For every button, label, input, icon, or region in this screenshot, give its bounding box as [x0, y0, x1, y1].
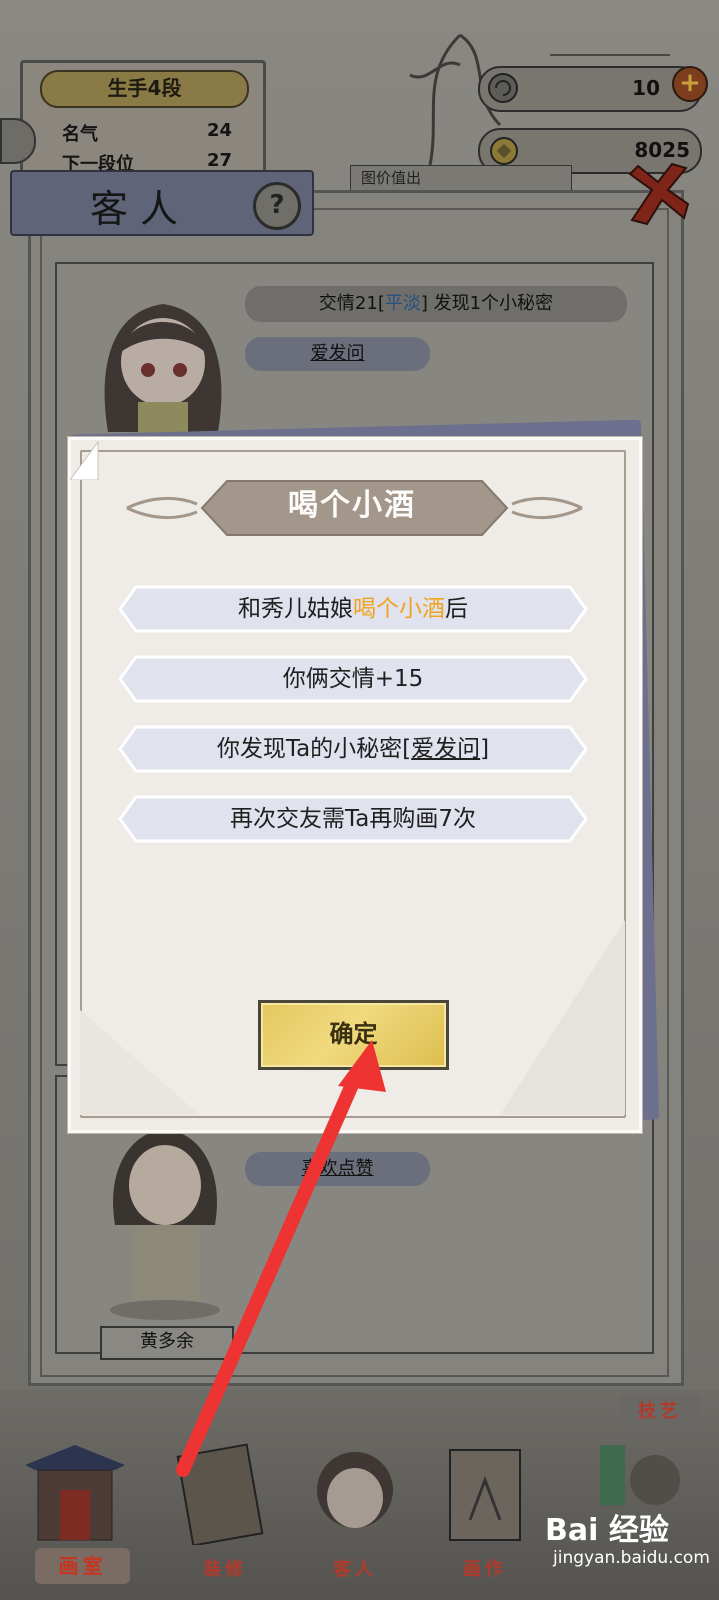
info-row-2: 你俩交情+15 — [118, 655, 588, 703]
nav-item-paintings[interactable]: 画作 — [440, 1555, 530, 1581]
guest-tag-pill-2[interactable]: 喜欢点赞 — [245, 1152, 430, 1186]
fame-value: 24 — [206, 120, 232, 141]
fame-label: 名气 — [62, 124, 98, 145]
info-row-3: 你发现Ta的小秘密[爱发问] — [118, 725, 588, 773]
help-icon[interactable]: ? — [253, 182, 301, 230]
nav-item-studio[interactable]: 画室 — [35, 1548, 130, 1584]
row1-suffix: 后 — [445, 596, 468, 622]
relation-suffix: ] 发现1个小秘密 — [420, 293, 554, 314]
row1-prefix: 和秀儿姑娘 — [238, 596, 353, 622]
relation-prefix: 交情21[ — [318, 293, 385, 314]
row3-suffix: ] — [480, 736, 490, 762]
row3-secret-link[interactable]: 爱发问 — [411, 736, 480, 762]
rank-title: 生手4段 — [40, 70, 249, 108]
baidu-watermark: Bai 经验 — [545, 1513, 669, 1548]
relation-status: 平淡 — [384, 293, 421, 314]
info-row-4: 再次交友需Ta再购画7次 — [118, 795, 588, 843]
guest-name-plate: 黄多余 — [100, 1326, 234, 1360]
nav-item-guests[interactable]: 客人 — [305, 1555, 405, 1581]
token-value: 10 — [632, 76, 660, 100]
spiral-token-icon — [488, 73, 518, 103]
decor-book-icon — [176, 1443, 264, 1545]
painting-scroll-icon — [449, 1449, 521, 1541]
guest-avatar-man — [110, 1130, 220, 1320]
baidu-watermark-url: jingyan.baidu.com — [553, 1548, 710, 1568]
guest-relation-pill: 交情21[平淡] 发现1个小秘密 — [245, 286, 627, 322]
guest-tag-pill[interactable]: 爱发问 — [245, 337, 430, 371]
confirm-button[interactable]: 确定 — [258, 1000, 449, 1070]
row4-text: 再次交友需Ta再购画7次 — [230, 806, 476, 832]
coin-icon — [490, 137, 518, 165]
guest-face-icon — [317, 1452, 393, 1528]
coin-value: 8025 — [634, 138, 690, 162]
next-rank-value: 27 — [206, 150, 232, 171]
row2-text: 你俩交情+15 — [282, 666, 424, 692]
guest-avatar-girl — [104, 304, 222, 442]
notice-strip: 图价值出 — [350, 165, 572, 191]
add-token-icon[interactable]: + — [672, 66, 708, 102]
row1-highlight: 喝个小酒 — [353, 596, 445, 622]
guest-panel-title: 客人 — [90, 187, 191, 231]
dialog-title: 喝个小酒 — [288, 488, 416, 523]
nav-item-skills[interactable]: 技艺 — [620, 1395, 700, 1429]
row3-prefix: 你发现Ta的小秘密[ — [216, 736, 412, 762]
dialog-corner-fold — [70, 440, 99, 480]
nav-item-decor[interactable]: 装修 — [180, 1555, 270, 1581]
studio-building-icon — [25, 1445, 125, 1541]
info-row-1: 和秀儿姑娘喝个小酒后 — [118, 585, 588, 633]
close-icon[interactable] — [622, 160, 692, 230]
fame-row: 名气 24 — [62, 120, 232, 146]
token-counter: 10 — [478, 66, 702, 112]
